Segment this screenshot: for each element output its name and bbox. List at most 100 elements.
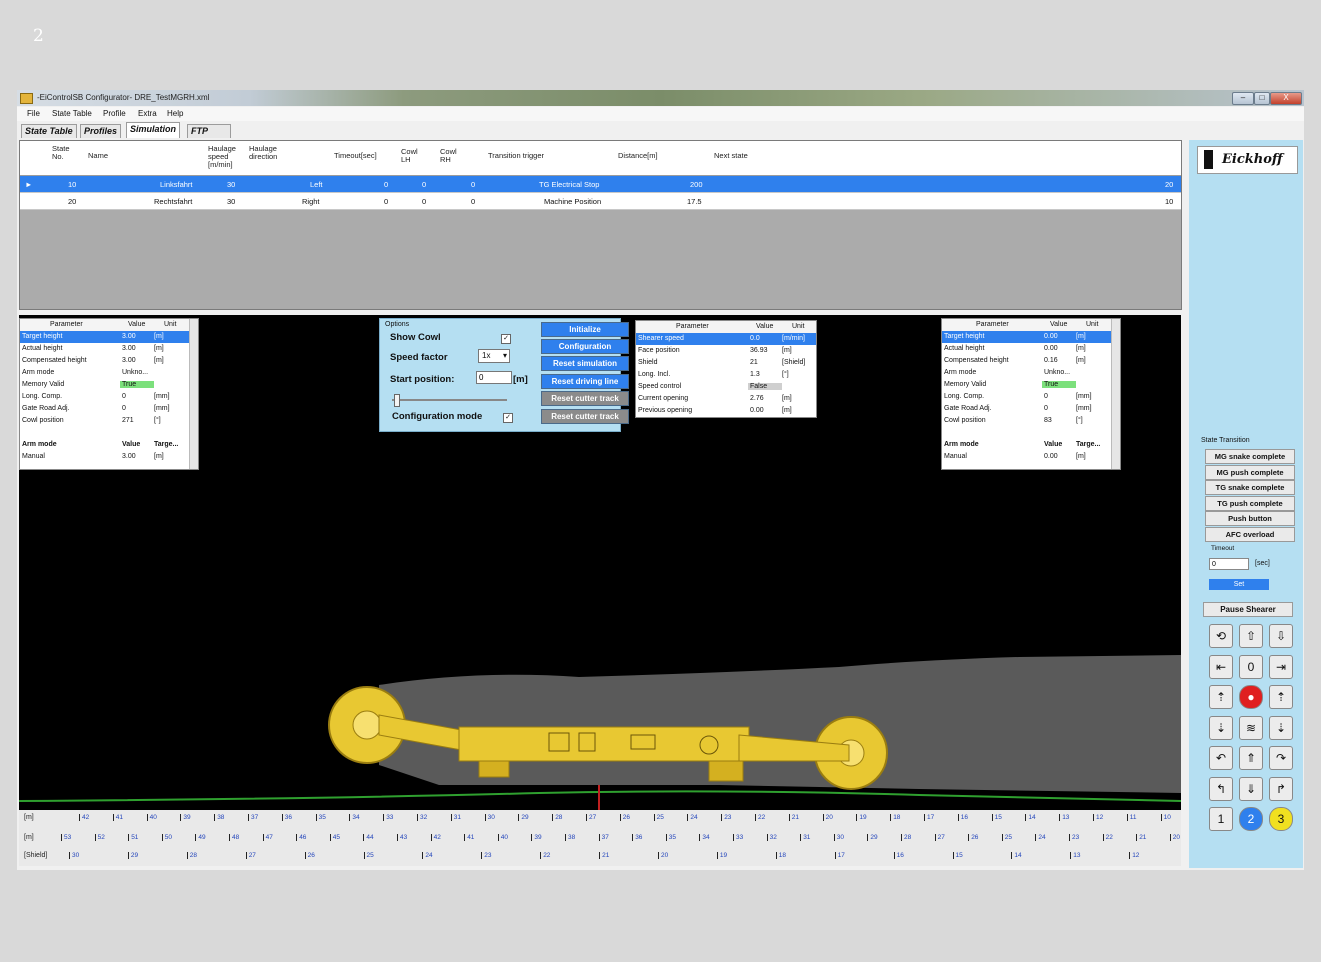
param-row[interactable]: Long. Comp. 0 [mm] <box>942 391 1120 403</box>
ruler-tick-label: 27 <box>586 814 596 821</box>
timeout-input[interactable] <box>1209 558 1249 570</box>
tab-state-table[interactable]: State Table <box>21 124 77 138</box>
configuration-mode-checkbox[interactable]: ✓ <box>503 413 513 423</box>
param-row[interactable]: Speed control False <box>636 381 816 393</box>
arrow-up-icon[interactable]: ⇧ <box>1239 624 1263 648</box>
transition-button-0[interactable]: MG snake complete <box>1205 449 1295 464</box>
param-row[interactable]: Target height 3.00 [m] <box>20 331 198 343</box>
right-parameter-table[interactable]: Parameter Value Unit Target height 0.00 [m… <box>941 318 1121 470</box>
param-row[interactable]: Current opening 2.76 [m] <box>636 393 816 405</box>
stop-icon[interactable]: ● <box>1239 685 1263 709</box>
speed-3-button[interactable]: 3 <box>1269 807 1293 831</box>
menu-file[interactable]: File <box>27 109 40 118</box>
left-table-scrollbar[interactable] <box>189 319 198 469</box>
col-state-no[interactable]: State No. <box>52 145 70 161</box>
param-row[interactable]: Actual height 3.00 [m] <box>20 343 198 355</box>
param-row[interactable]: Compensated height 3.00 [m] <box>20 355 198 367</box>
speed-factor-select[interactable]: 1x ▾ <box>478 349 510 363</box>
tab-profiles[interactable]: Profiles <box>80 124 122 138</box>
initialize-button[interactable]: Initialize <box>541 322 629 337</box>
reset-driving-line-button[interactable]: Reset driving line <box>541 374 629 389</box>
col-haulage-speed[interactable]: Haulage speed [m/min] <box>208 145 236 169</box>
param-row[interactable]: Long. Incl. 1.3 [°] <box>636 369 816 381</box>
param-row[interactable]: Gate Road Adj. 0 [mm] <box>942 403 1120 415</box>
param-row[interactable]: Gate Road Adj. 0 [mm] <box>20 403 198 415</box>
menu-help[interactable]: Help <box>167 109 183 118</box>
menu-profile[interactable]: Profile <box>103 109 126 118</box>
transition-button-1[interactable]: MG push complete <box>1205 464 1295 480</box>
tilt-left-icon[interactable]: ↶ <box>1209 746 1233 770</box>
raise-both-icon[interactable]: ⇑ <box>1239 746 1263 770</box>
tab-ftp[interactable]: FTP <box>187 124 231 138</box>
param-row[interactable]: Shearer speed 0.0 [m/min] <box>636 333 816 345</box>
transition-button-2[interactable]: TG snake complete <box>1205 480 1295 495</box>
transition-button-5[interactable]: AFC overload <box>1205 526 1295 542</box>
param-row[interactable]: Cowl position 83 [°] <box>942 415 1120 427</box>
tab-simulation[interactable]: Simulation <box>126 122 181 138</box>
raise-right-icon[interactable]: ⇡ <box>1269 685 1293 709</box>
param-row[interactable]: Cowl position 271 [°] <box>20 415 198 427</box>
right-table-scrollbar[interactable] <box>1111 319 1120 469</box>
arrow-right-icon[interactable]: ⇥ <box>1269 654 1293 679</box>
param-row[interactable]: Long. Comp. 0 [mm] <box>20 391 198 403</box>
param-row[interactable]: Memory Valid True <box>942 379 1120 391</box>
close-button[interactable]: X <box>1270 92 1302 105</box>
minimize-button[interactable]: – <box>1232 92 1254 105</box>
param-row[interactable]: Face position 36.93 [m] <box>636 345 816 357</box>
show-cowl-checkbox[interactable]: ✓ <box>501 334 511 344</box>
turn-left-icon[interactable]: ↰ <box>1209 776 1233 801</box>
col-cowl-lh[interactable]: Cowl LH <box>401 148 418 164</box>
simulation-viewport[interactable]: Parameter Value Unit Target height 3.00 [m… <box>19 315 1181 813</box>
transition-button-3[interactable]: TG push complete <box>1205 495 1295 511</box>
slider-thumb[interactable] <box>394 394 400 407</box>
configuration-button[interactable]: Configuration <box>541 339 629 354</box>
param-row[interactable]: Compensated height 0.16 [m] <box>942 355 1120 367</box>
col-timeout[interactable]: Timeout[sec] <box>334 152 377 160</box>
set-button[interactable]: Set <box>1209 579 1269 590</box>
lower-right-icon[interactable]: ⇣ <box>1269 715 1293 740</box>
left-parameter-table[interactable]: Parameter Value Unit Target height 3.00 [m… <box>19 318 199 470</box>
lower-left-icon[interactable]: ⇣ <box>1209 715 1233 740</box>
turn-right-icon[interactable]: ↱ <box>1269 776 1293 801</box>
arrow-left-icon[interactable]: ⇤ <box>1209 654 1233 679</box>
page-number: 2 <box>33 26 44 46</box>
reset-cutter-track-button[interactable]: Reset cutter track <box>541 391 629 406</box>
col-haulage-direction[interactable]: Haulage direction <box>249 145 277 161</box>
col-cowl-rh[interactable]: Cowl RH <box>440 148 457 164</box>
param-row[interactable]: Shield 21 [Shield] <box>636 357 816 369</box>
lower-both-icon[interactable]: ⇓ <box>1239 776 1263 801</box>
maximize-button[interactable]: □ <box>1254 92 1270 105</box>
zero-button[interactable]: 0 <box>1239 654 1263 679</box>
col-name[interactable]: Name <box>88 152 108 160</box>
menu-state-table[interactable]: State Table <box>52 109 92 118</box>
raise-left-icon[interactable]: ⇡ <box>1209 685 1233 709</box>
start-position-input[interactable] <box>476 371 512 384</box>
col-transition-trigger[interactable]: Transition trigger <box>488 152 544 160</box>
pause-shearer-button[interactable]: Pause Shearer <box>1203 602 1293 617</box>
table-row[interactable]: 20 Rechtsfahrt 30 Right 0 0 0 Machine Po… <box>20 193 1181 210</box>
ruler-tick-label: 25 <box>363 852 374 859</box>
start-position-slider[interactable] <box>392 399 507 401</box>
param-row[interactable]: Arm mode Unkno... <box>20 367 198 379</box>
transition-button-4[interactable]: Push button <box>1205 511 1295 526</box>
speed-2-button[interactable]: 2 <box>1239 807 1263 831</box>
param-row[interactable]: Target height 0.00 [m] <box>942 331 1120 343</box>
table-row[interactable]: ► 10 Linksfahrt 30 Left 0 0 0 TG Electri… <box>20 176 1181 193</box>
speed-1-button[interactable]: 1 <box>1209 807 1233 831</box>
reset-cutter-track-button-2[interactable]: Reset cutter track <box>541 409 629 424</box>
param-row[interactable]: Actual height 0.00 [m] <box>942 343 1120 355</box>
col-distance[interactable]: Distance[m] <box>618 152 658 160</box>
param-row[interactable]: Arm mode Unkno... <box>942 367 1120 379</box>
param-row[interactable]: Previous opening 0.00 [m] <box>636 405 816 417</box>
arm-mode-row[interactable]: Manual 3.00 [m] <box>20 451 198 463</box>
menu-extra[interactable]: Extra <box>138 109 157 118</box>
tilt-right-icon[interactable]: ↷ <box>1269 746 1293 770</box>
arm-mode-row[interactable]: Manual 0.00 [m] <box>942 451 1120 463</box>
col-next-state[interactable]: Next state <box>714 152 748 160</box>
arrow-down-icon[interactable]: ⇩ <box>1269 624 1293 648</box>
param-row[interactable]: Memory Valid True <box>20 379 198 391</box>
rotate-icon[interactable]: ⟲ <box>1209 624 1233 648</box>
reset-simulation-button[interactable]: Reset simulation <box>541 356 629 371</box>
shearer-parameter-table[interactable]: Parameter Value Unit Shearer speed 0.0 [m/… <box>635 320 817 418</box>
cowl-icon[interactable]: ≋ <box>1239 715 1263 740</box>
